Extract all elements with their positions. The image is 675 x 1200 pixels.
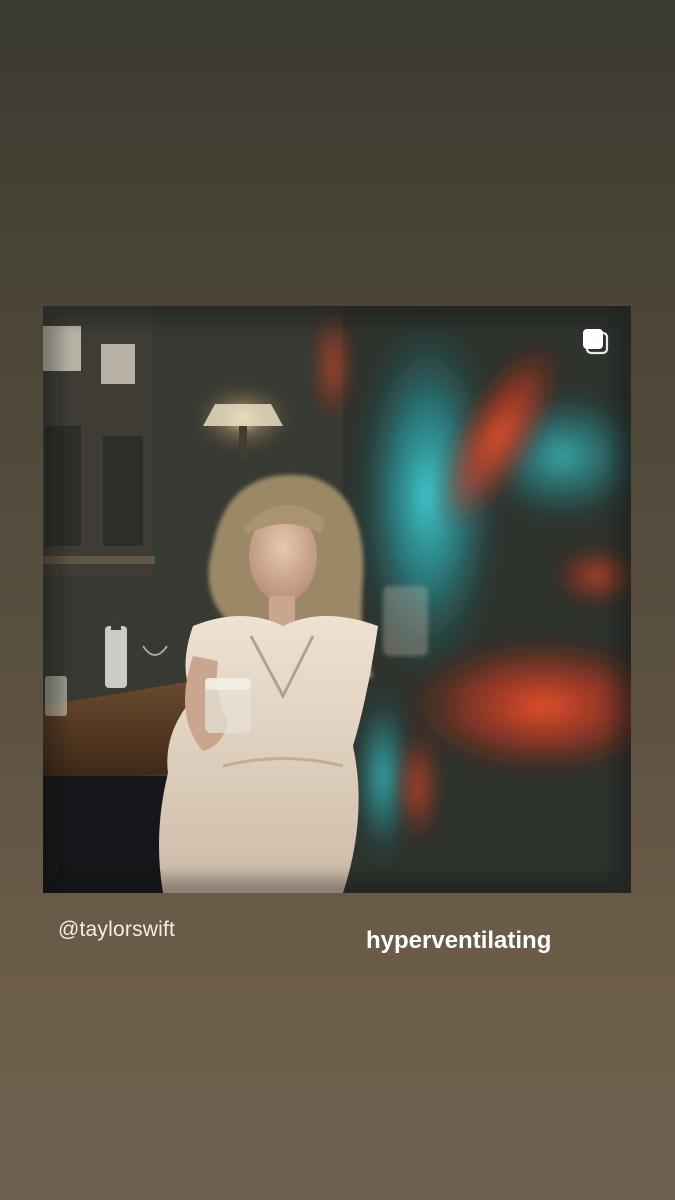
multiple-photos-icon [583, 329, 609, 355]
shared-post-card[interactable] [43, 306, 631, 893]
mention-sticker[interactable]: @taylorswift [58, 918, 175, 942]
post-photo [43, 306, 631, 893]
instagram-story: @taylorswift hyperventilating [0, 0, 675, 1200]
story-caption-text: hyperventilating [366, 927, 552, 954]
